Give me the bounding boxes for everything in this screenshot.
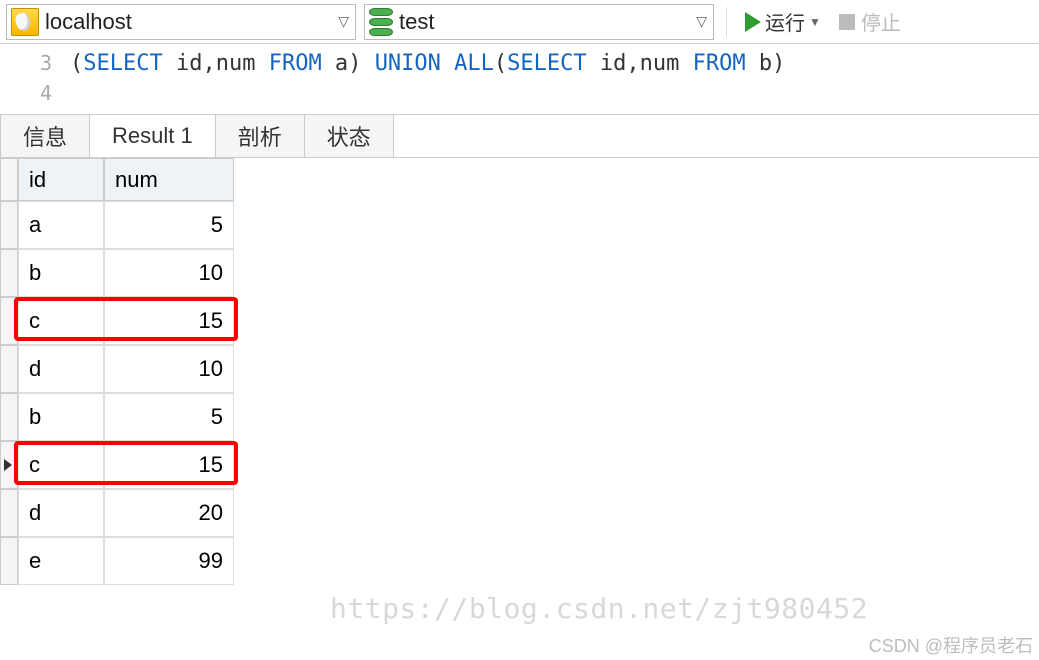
row-indicator — [0, 345, 18, 393]
row-indicator — [0, 441, 18, 489]
table-row[interactable]: d10 — [0, 345, 1039, 393]
cell-num[interactable]: 10 — [104, 249, 234, 297]
row-indicator — [0, 201, 18, 249]
sql-editor[interactable]: 3 (SELECT id,num FROM a) UNION ALL(SELEC… — [0, 44, 1039, 114]
sql-text: (SELECT id,num FROM a) UNION ALL(SELECT … — [70, 51, 785, 76]
table-row[interactable]: c15 — [0, 297, 1039, 345]
table-row[interactable]: e99 — [0, 537, 1039, 585]
watermark-credit: CSDN @程序员老石 — [869, 632, 1033, 658]
watermark-url: https://blog.csdn.net/zjt980452 — [330, 592, 868, 625]
connection-icon — [11, 8, 39, 36]
cell-id[interactable]: b — [18, 249, 104, 297]
connection-label: localhost — [45, 9, 132, 35]
row-indicator — [0, 393, 18, 441]
database-dropdown[interactable]: test ▽ — [364, 4, 714, 40]
grid-header: id num — [0, 157, 1039, 201]
result-tabs: 信息 Result 1 剖析 状态 — [0, 114, 1039, 158]
cell-num[interactable]: 10 — [104, 345, 234, 393]
stop-label: 停止 — [861, 7, 901, 36]
cell-num[interactable]: 5 — [104, 201, 234, 249]
row-indicator-header — [0, 158, 18, 201]
row-indicator — [0, 489, 18, 537]
divider — [726, 7, 727, 37]
play-icon — [745, 12, 761, 32]
table-row[interactable]: b5 — [0, 393, 1039, 441]
run-label: 运行 — [765, 7, 805, 36]
table-row[interactable]: b10 — [0, 249, 1039, 297]
tab-status[interactable]: 状态 — [304, 115, 394, 158]
cell-id[interactable]: d — [18, 345, 104, 393]
database-label: test — [399, 9, 434, 35]
cell-id[interactable]: c — [18, 297, 104, 345]
run-button[interactable]: 运行 ▼ — [739, 7, 827, 36]
cell-num[interactable]: 20 — [104, 489, 234, 537]
column-header-num[interactable]: num — [104, 158, 234, 201]
chevron-down-icon: ▽ — [696, 13, 707, 30]
toolbar: localhost ▽ test ▽ 运行 ▼ 停止 — [0, 0, 1039, 44]
chevron-down-icon: ▽ — [338, 13, 349, 30]
chevron-down-icon: ▼ — [809, 15, 821, 29]
row-indicator — [0, 297, 18, 345]
cell-id[interactable]: e — [18, 537, 104, 585]
cell-num[interactable]: 99 — [104, 537, 234, 585]
table-row[interactable]: d20 — [0, 489, 1039, 537]
column-header-id[interactable]: id — [18, 158, 104, 201]
table-row[interactable]: a5 — [0, 201, 1039, 249]
tab-profile[interactable]: 剖析 — [215, 115, 305, 158]
tab-result[interactable]: Result 1 — [89, 115, 216, 158]
table-row[interactable]: c15 — [0, 441, 1039, 489]
cell-id[interactable]: b — [18, 393, 104, 441]
stop-icon — [839, 14, 855, 30]
row-indicator — [0, 249, 18, 297]
database-icon — [369, 8, 393, 36]
line-number: 3 — [0, 51, 70, 75]
cell-id[interactable]: d — [18, 489, 104, 537]
cell-num[interactable]: 5 — [104, 393, 234, 441]
sql-line: 4 — [0, 78, 1039, 108]
cell-id[interactable]: a — [18, 201, 104, 249]
row-indicator — [0, 537, 18, 585]
cell-id[interactable]: c — [18, 441, 104, 489]
cell-num[interactable]: 15 — [104, 441, 234, 489]
stop-button[interactable]: 停止 — [835, 7, 905, 36]
tab-info[interactable]: 信息 — [0, 115, 90, 158]
cell-num[interactable]: 15 — [104, 297, 234, 345]
sql-line: 3 (SELECT id,num FROM a) UNION ALL(SELEC… — [0, 48, 1039, 78]
connection-dropdown[interactable]: localhost ▽ — [6, 4, 356, 40]
result-grid: id num a5b10c15d10b5c15d20e99 — [0, 157, 1039, 585]
line-number: 4 — [0, 81, 70, 105]
